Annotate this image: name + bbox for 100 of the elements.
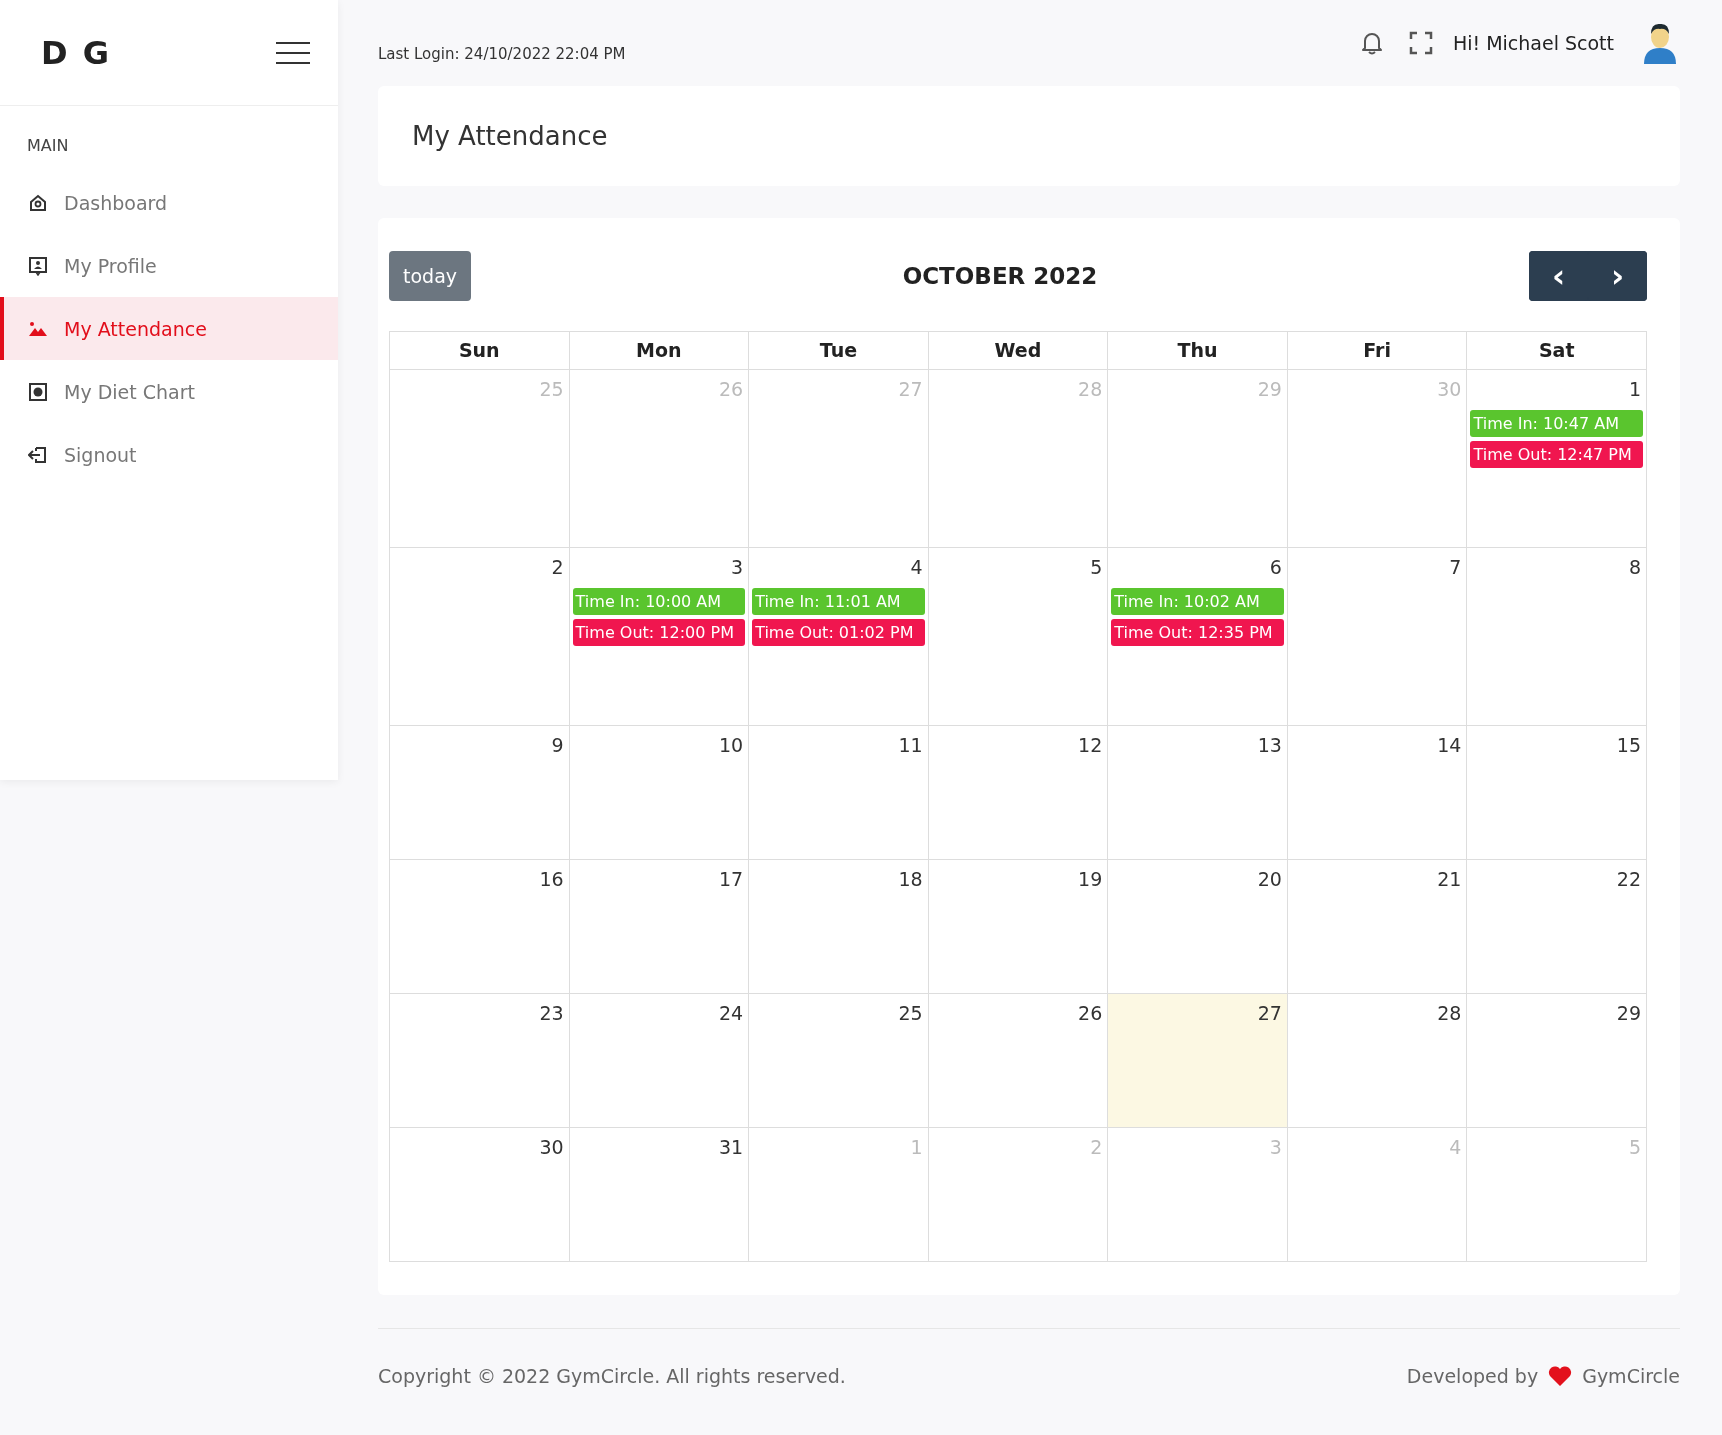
day-number: 15 — [1615, 733, 1642, 758]
sidebar-item[interactable]: My Attendance — [0, 297, 338, 360]
day-cell[interactable]: 14 — [1287, 726, 1468, 860]
day-number: 12 — [1077, 733, 1104, 758]
day-cell[interactable]: 27 — [1108, 994, 1288, 1128]
day-number: 13 — [1256, 733, 1283, 758]
day-number: 30 — [1436, 377, 1463, 402]
day-number: 28 — [1077, 377, 1104, 402]
day-number: 4 — [1448, 1135, 1463, 1160]
profile-icon — [28, 255, 48, 276]
day-number: 5 — [1627, 1135, 1642, 1160]
day-cell[interactable]: 31 — [569, 1128, 750, 1262]
day-cell[interactable]: 15 — [1467, 726, 1647, 860]
today-button[interactable]: today — [389, 251, 472, 301]
day-number: 17 — [717, 867, 745, 892]
day-number: 18 — [897, 867, 924, 892]
day-number: 23 — [538, 1001, 565, 1026]
sidebar-item[interactable]: My Diet Chart — [0, 360, 338, 423]
day-number: 25 — [897, 1001, 924, 1026]
record-icon — [28, 381, 48, 402]
calendar-title: OCTOBER 2022 — [902, 263, 1098, 289]
day-cell[interactable]: 22 — [1467, 860, 1647, 994]
sidebar-item[interactable]: My Profile — [0, 234, 338, 297]
user-greeting: Hi! Michael Scott — [1452, 32, 1614, 54]
day-cell[interactable]: 11 — [749, 726, 929, 860]
day-number: 20 — [1256, 867, 1283, 892]
day-number: 29 — [1256, 377, 1283, 402]
weekday-header: Mon — [569, 332, 750, 370]
day-number: 8 — [1627, 555, 1642, 580]
weekday-header: Sun — [390, 332, 570, 370]
day-number: 1 — [909, 1135, 924, 1160]
weekday-header: Thu — [1108, 332, 1288, 370]
sidebar-item[interactable]: Dashboard — [0, 171, 338, 234]
day-cell[interactable]: 24 — [569, 994, 750, 1128]
brand-logo: D G — [41, 33, 111, 72]
day-cell[interactable]: 13 — [1108, 726, 1288, 860]
day-cell[interactable]: 3 Time In: 10:00 AM Time Out: 12:00 PM — [569, 548, 750, 726]
day-cell[interactable]: 8 — [1467, 548, 1647, 726]
day-number: 31 — [717, 1135, 745, 1160]
day-number: 11 — [897, 733, 924, 758]
day-cell[interactable]: 28 — [1287, 994, 1468, 1128]
day-number: 24 — [717, 1001, 745, 1026]
day-cell[interactable]: 30 — [390, 1128, 570, 1262]
day-number: 27 — [897, 377, 924, 402]
developed-by-text: Developed by — [1406, 1365, 1539, 1387]
day-number: 25 — [538, 377, 565, 402]
weekday-header: Sat — [1467, 332, 1647, 370]
day-cell[interactable]: 9 — [390, 726, 570, 860]
day-number: 2 — [1089, 1135, 1104, 1160]
day-cell[interactable]: 17 — [569, 860, 750, 994]
section-heading: MAIN — [26, 135, 70, 157]
attendance-event[interactable]: Time Out: 01:02 PM — [752, 619, 925, 646]
day-number: 4 — [909, 555, 924, 580]
day-number: 2 — [550, 555, 565, 580]
weekday-header: Wed — [928, 332, 1109, 370]
day-cell[interactable]: 25 — [749, 994, 929, 1128]
home-icon — [28, 192, 48, 213]
day-number: 19 — [1077, 867, 1104, 892]
day-number: 28 — [1436, 1001, 1463, 1026]
developer-link[interactable]: GymCircle — [1582, 1365, 1680, 1387]
day-cell[interactable]: 12 — [928, 726, 1109, 860]
sidebar-item[interactable]: Signout — [0, 423, 338, 486]
day-cell[interactable]: 18 — [749, 860, 929, 994]
weekday-header: Fri — [1287, 332, 1468, 370]
day-number: 5 — [1089, 555, 1104, 580]
day-cell[interactable]: 1 Time In: 10:47 AM Time Out: 12:47 PM — [1467, 370, 1647, 548]
day-cell[interactable]: 29 — [1467, 994, 1647, 1128]
fullscreen-icon[interactable] — [1408, 31, 1433, 55]
day-number: 26 — [1077, 1001, 1104, 1026]
attendance-event[interactable]: Time Out: 12:00 PM — [572, 619, 746, 646]
day-cell[interactable]: 6 Time In: 10:02 AM Time Out: 12:35 PM — [1108, 548, 1288, 726]
day-cell[interactable]: 19 — [928, 860, 1109, 994]
day-number: 26 — [717, 377, 745, 402]
attendance-event[interactable]: Time Out: 12:47 PM — [1470, 441, 1643, 468]
day-number: 3 — [730, 555, 745, 580]
notification-bell-icon[interactable] — [1360, 31, 1383, 55]
day-cell[interactable]: 10 — [569, 726, 750, 860]
day-cell[interactable]: 5 — [928, 548, 1109, 726]
day-number: 21 — [1436, 867, 1463, 892]
attendance-event[interactable]: Time Out: 12:35 PM — [1111, 619, 1284, 646]
day-cell[interactable]: 16 — [390, 860, 570, 994]
day-cell[interactable]: 2 — [390, 548, 570, 726]
day-cell[interactable]: 23 — [390, 994, 570, 1128]
copyright-text: Copyright © 2022 GymCircle. All rights reserved. — [378, 1365, 846, 1387]
day-number: 30 — [538, 1135, 565, 1160]
day-number: 1 — [1627, 377, 1642, 402]
signout-icon — [28, 444, 48, 465]
page-title: My Attendance — [412, 121, 608, 151]
last-login-text: Last Login: 24/10/2022 22:04 PM — [378, 45, 626, 63]
day-cell[interactable]: 21 — [1287, 860, 1468, 994]
day-number: 9 — [550, 733, 565, 758]
menu-icon[interactable] — [276, 41, 310, 64]
day-number: 6 — [1268, 555, 1283, 580]
day-cell[interactable]: 7 — [1287, 548, 1468, 726]
day-number: 27 — [1256, 1001, 1283, 1026]
day-number: 10 — [717, 733, 745, 758]
day-number: 3 — [1268, 1135, 1283, 1160]
heart-icon — [1548, 1365, 1573, 1387]
day-cell[interactable]: 4 Time In: 11:01 AM Time Out: 01:02 PM — [749, 548, 929, 726]
day-number: 22 — [1615, 867, 1642, 892]
